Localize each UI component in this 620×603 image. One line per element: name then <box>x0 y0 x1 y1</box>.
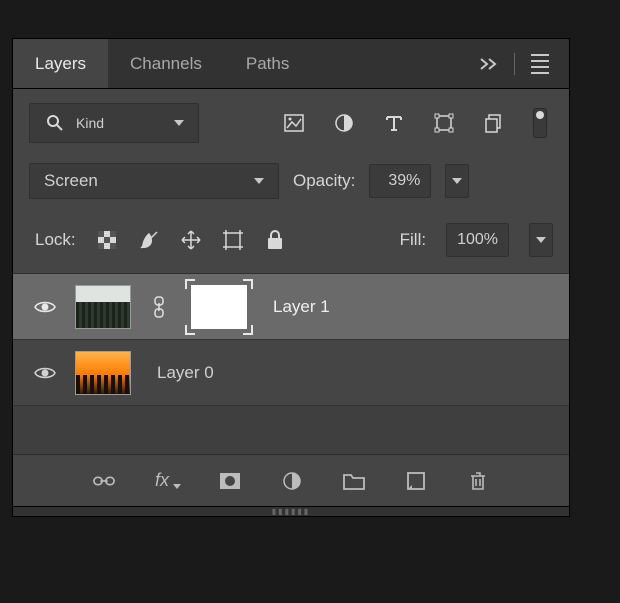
layers-empty-area[interactable] <box>13 406 569 454</box>
layer-thumbnail[interactable] <box>75 351 131 395</box>
fill-value[interactable]: 100% <box>446 223 509 257</box>
tab-paths[interactable]: Paths <box>224 39 311 88</box>
blend-mode-value: Screen <box>44 171 98 191</box>
layer-name[interactable]: Layer 0 <box>157 363 214 383</box>
opacity-dropdown[interactable] <box>445 164 469 198</box>
filter-type-label: Kind <box>76 115 104 131</box>
opacity-value[interactable]: 39% <box>369 164 431 198</box>
visibility-toggle[interactable] <box>33 365 57 381</box>
lock-position-icon[interactable] <box>180 229 202 251</box>
fill-dropdown[interactable] <box>529 223 553 257</box>
chevron-down-icon <box>452 178 462 184</box>
panel-resize-handle[interactable]: ▮▮▮▮▮▮ <box>13 506 569 516</box>
filter-shape-icon[interactable] <box>433 112 455 134</box>
filter-smartobject-icon[interactable] <box>483 112 505 134</box>
chevron-down-icon <box>174 120 184 126</box>
layer-name[interactable]: Layer 1 <box>273 297 330 317</box>
layer-mask-thumbnail[interactable] <box>191 285 247 329</box>
tab-channels[interactable]: Channels <box>108 39 224 88</box>
filter-adjustment-icon[interactable] <box>333 112 355 134</box>
collapse-icon[interactable] <box>478 53 500 75</box>
lock-artboard-icon[interactable] <box>222 229 244 251</box>
lock-row: Lock: Fill: 100% <box>13 213 569 274</box>
new-layer-icon[interactable] <box>405 470 427 492</box>
search-icon <box>44 112 66 134</box>
tab-layers[interactable]: Layers <box>13 39 108 88</box>
layer-style-icon[interactable]: fx <box>155 470 179 491</box>
filter-row: Kind <box>13 89 569 157</box>
lock-label: Lock: <box>35 230 76 250</box>
visibility-toggle[interactable] <box>33 299 57 315</box>
lock-transparency-icon[interactable] <box>96 229 118 251</box>
layers-bottom-bar: fx <box>13 454 569 506</box>
filter-type-dropdown[interactable]: Kind <box>29 103 199 143</box>
link-mask-icon[interactable] <box>149 296 169 318</box>
panel-menu-icon[interactable] <box>529 53 551 75</box>
panel-tabs: Layers Channels Paths <box>13 39 569 89</box>
layers-list: Layer 1 Layer 0 <box>13 274 569 454</box>
group-icon[interactable] <box>343 470 365 492</box>
layer-row[interactable]: Layer 0 <box>13 340 569 406</box>
blend-mode-dropdown[interactable]: Screen <box>29 163 279 199</box>
layers-panel: Layers Channels Paths Kind <box>12 38 570 517</box>
add-mask-icon[interactable] <box>219 470 241 492</box>
chevron-down-icon <box>536 237 546 243</box>
blend-row: Screen Opacity: 39% <box>13 157 569 213</box>
layer-row[interactable]: Layer 1 <box>13 274 569 340</box>
chevron-down-icon <box>254 178 264 184</box>
layer-thumbnail[interactable] <box>75 285 131 329</box>
adjustment-layer-icon[interactable] <box>281 470 303 492</box>
opacity-label: Opacity: <box>293 171 355 191</box>
link-layers-icon[interactable] <box>93 470 115 492</box>
lock-all-icon[interactable] <box>264 229 286 251</box>
fill-label: Fill: <box>400 230 426 250</box>
filter-pixel-icon[interactable] <box>283 112 305 134</box>
filter-type-icon[interactable] <box>383 112 405 134</box>
delete-icon[interactable] <box>467 470 489 492</box>
lock-image-icon[interactable] <box>138 229 160 251</box>
filter-toggle[interactable] <box>533 108 547 138</box>
